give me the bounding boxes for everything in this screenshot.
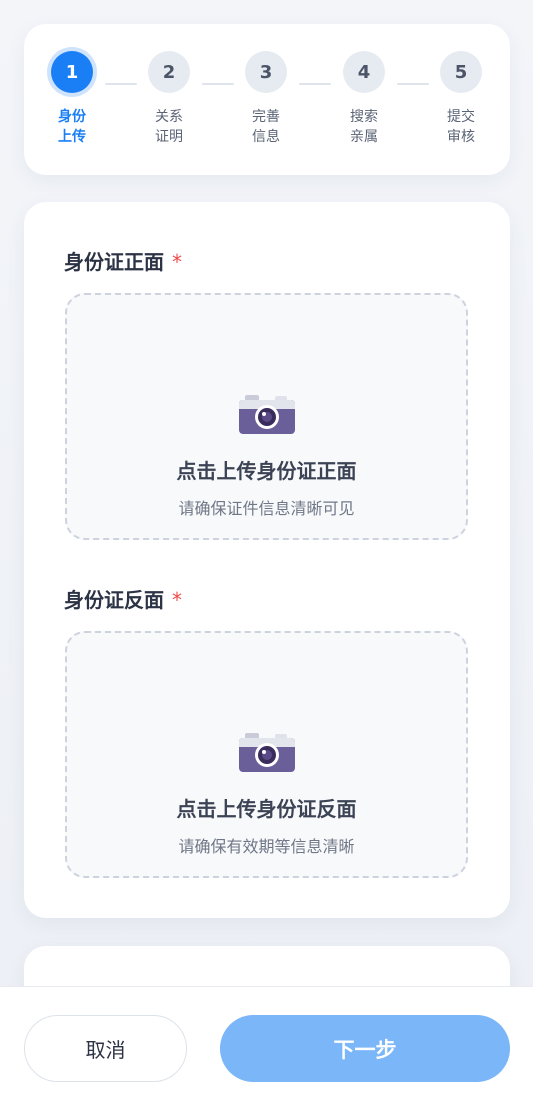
id-upload-card: 身份证正面 * 点击上传身份证正面 请确保证件信息清晰可见 身份证反面 * 点击… (24, 202, 510, 918)
step-label-2: 关系证明 (155, 109, 183, 145)
back-title-text: 身份证反面 (64, 588, 164, 612)
back-upload-label: 点击上传身份证反面 (176, 797, 357, 821)
front-upload-label: 点击上传身份证正面 (176, 459, 357, 483)
step-connector (299, 83, 331, 85)
front-field-title: 身份证正面 * (64, 246, 182, 275)
step-number-3: 3 (245, 51, 287, 93)
step-connector (397, 83, 429, 85)
step-connector (202, 83, 234, 85)
step-label-1: 身份上传 (58, 109, 86, 145)
step-4[interactable]: 4 搜索亲属 (334, 51, 394, 147)
front-upload-hint: 请确保证件信息清晰可见 (178, 499, 355, 518)
step-number-1: 1 (51, 51, 93, 93)
step-5[interactable]: 5 提交审核 (431, 51, 491, 147)
back-upload-hint: 请确保有效期等信息清晰 (178, 837, 355, 856)
step-connector (105, 83, 137, 85)
step-1[interactable]: 1 身份上传 (42, 51, 102, 147)
camera-icon (238, 395, 295, 434)
bottom-action-bar: 取消 下一步 (0, 986, 533, 1106)
page: 1 身份上传 2 关系证明 3 完善信息 4 搜索亲属 5 提交审核 身份证正面… (0, 0, 533, 1106)
front-upload-box[interactable]: 点击上传身份证正面 请确保证件信息清晰可见 (65, 293, 468, 540)
step-label-4: 搜索亲属 (350, 109, 378, 145)
step-label-5: 提交审核 (447, 109, 475, 145)
cancel-button[interactable]: 取消 (24, 1015, 187, 1082)
step-number-2: 2 (148, 51, 190, 93)
required-mark: * (172, 250, 182, 274)
back-upload-box[interactable]: 点击上传身份证反面 请确保有效期等信息清晰 (65, 631, 468, 878)
step-label-3: 完善信息 (252, 109, 280, 145)
step-number-4: 4 (343, 51, 385, 93)
front-title-text: 身份证正面 (64, 250, 164, 274)
required-mark: * (172, 588, 182, 612)
back-field-title: 身份证反面 * (64, 584, 182, 613)
step-3[interactable]: 3 完善信息 (236, 51, 296, 147)
camera-icon (238, 733, 295, 772)
step-number-5: 5 (440, 51, 482, 93)
stepper-card: 1 身份上传 2 关系证明 3 完善信息 4 搜索亲属 5 提交审核 (24, 24, 510, 175)
step-2[interactable]: 2 关系证明 (139, 51, 199, 147)
next-step-button[interactable]: 下一步 (220, 1015, 510, 1082)
